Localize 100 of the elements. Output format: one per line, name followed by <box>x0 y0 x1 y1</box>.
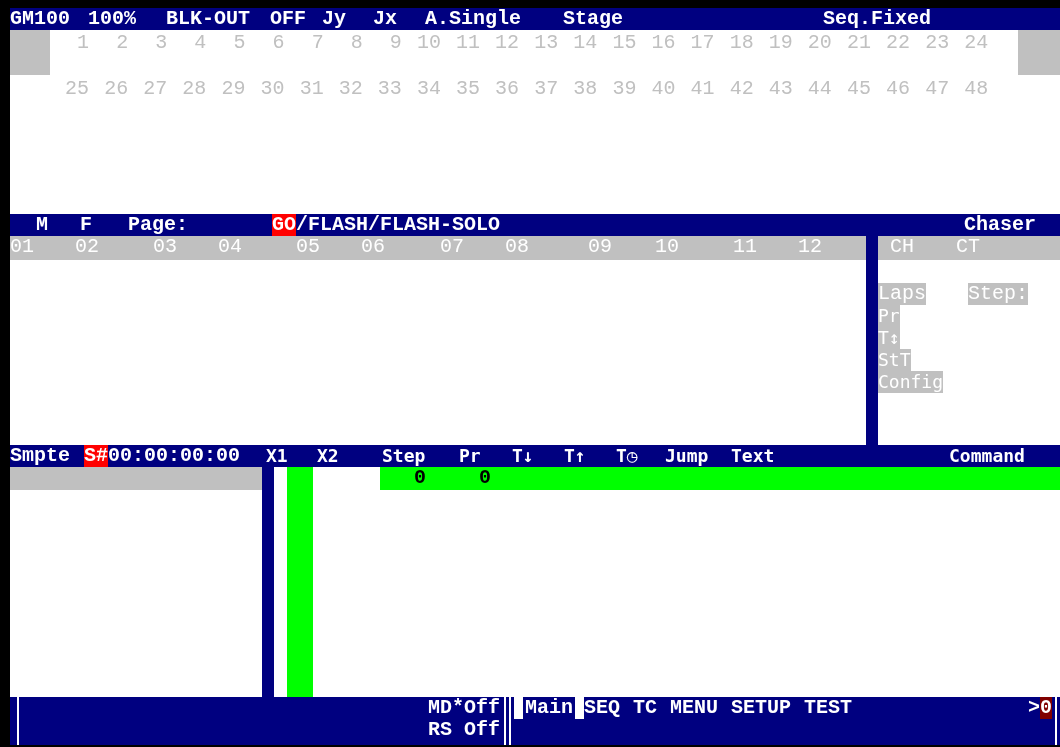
mode-option[interactable]: GO <box>272 214 297 236</box>
channel-number: 4 <box>194 31 207 54</box>
chaser-label: Laps <box>878 283 926 305</box>
channel-number: 27 <box>143 77 168 100</box>
chaser-label: StT <box>878 349 911 371</box>
header-label: GM100 <box>10 7 70 30</box>
column-header: X1 <box>266 445 288 466</box>
channel-number: 44 <box>807 77 832 100</box>
scroll-block <box>10 30 50 75</box>
channel-number: 29 <box>221 77 246 100</box>
submaster-number: 10 <box>655 235 679 258</box>
channel-number: 15 <box>612 31 637 54</box>
submaster-number: 05 <box>296 235 320 258</box>
channel-number: 36 <box>495 77 520 100</box>
channel-number: 34 <box>416 77 441 100</box>
header-label: BLK-OUT <box>166 7 250 30</box>
column-label: CT <box>956 236 980 260</box>
prompt-value[interactable]: 0 <box>1040 697 1052 719</box>
status-text: MD*Off <box>428 697 500 719</box>
bar-label: Page: <box>128 214 189 236</box>
channel-number: 47 <box>925 77 950 100</box>
submaster-number: 02 <box>75 235 99 258</box>
bar-label: M <box>36 214 48 236</box>
step-value: 0 <box>479 467 491 490</box>
channel-number: 26 <box>104 77 129 100</box>
channel-number: 40 <box>651 77 676 100</box>
channel-number: 41 <box>690 77 715 100</box>
submaster-number: 01 <box>10 235 34 258</box>
header-label: Seq.Fixed <box>823 7 932 30</box>
smpte-mark: S# <box>84 445 109 467</box>
column-header: Step <box>382 445 426 466</box>
channel-number: 16 <box>651 31 676 54</box>
submaster-number: 03 <box>153 235 177 258</box>
channel-number: 33 <box>377 77 402 100</box>
channel-number: 38 <box>573 77 598 100</box>
menu-item[interactable]: SEQ <box>584 697 621 719</box>
channel-number: 13 <box>534 31 559 54</box>
channel-number: 11 <box>456 31 481 54</box>
channel-number: 42 <box>729 77 754 100</box>
channel-number: 21 <box>846 31 871 54</box>
channel-number: 5 <box>233 31 246 54</box>
timecode: 00:00:00:00 <box>108 445 242 467</box>
channel-number: 3 <box>155 31 168 54</box>
column-header: Jump <box>665 445 709 466</box>
menu-item[interactable]: TEST <box>804 697 853 719</box>
step-row[interactable]: 0 0 <box>380 467 1060 490</box>
column-header: Text <box>731 445 775 466</box>
channel-number: 43 <box>768 77 793 100</box>
menu-item[interactable]: Main <box>514 697 585 719</box>
channel-number: 12 <box>495 31 520 54</box>
chaser-label: T↕ <box>878 327 900 349</box>
panel-title: Chaser <box>964 214 1036 236</box>
submaster-number: 09 <box>588 235 612 258</box>
column-header: T↑ <box>564 445 586 466</box>
channel-number: 30 <box>260 77 285 100</box>
prompt-sign: > <box>1027 697 1040 719</box>
mode-option[interactable]: /FLASH/FLASH-SOLO <box>296 214 501 236</box>
channel-number: 6 <box>272 31 285 54</box>
column-header: T◷ <box>616 445 638 466</box>
channel-number: 31 <box>299 77 324 100</box>
header-label: OFF <box>270 7 306 30</box>
submaster-number: 06 <box>361 235 385 258</box>
header-label: A.Single <box>425 7 521 30</box>
bar-label: Smpte <box>10 445 70 467</box>
channel-number: 28 <box>182 77 207 100</box>
channel-number: 23 <box>925 31 950 54</box>
scroll-block <box>1018 30 1060 75</box>
channel-number: 7 <box>311 31 324 54</box>
submaster-number: 07 <box>440 235 464 258</box>
submaster-number: 04 <box>218 235 242 258</box>
header-label: Jx <box>373 7 397 30</box>
channel-number: 14 <box>573 31 598 54</box>
bar-label: F <box>80 214 93 236</box>
column-header: Pr <box>459 445 481 466</box>
menu-item[interactable]: SETUP <box>731 697 792 719</box>
menu-item[interactable]: TC <box>633 697 658 719</box>
chaser-label: Step: <box>968 283 1029 305</box>
channel-number: 18 <box>729 31 754 54</box>
channel-number: 39 <box>612 77 637 100</box>
header-label: 100% <box>88 7 136 30</box>
channel-number: 24 <box>964 31 989 54</box>
channel-number: 19 <box>768 31 793 54</box>
channel-number: 37 <box>534 77 559 100</box>
channel-number: 32 <box>338 77 363 100</box>
header-label: Jy <box>322 7 346 30</box>
column-header: X2 <box>317 445 339 466</box>
channel-number: 2 <box>116 31 129 54</box>
column-header: Command <box>949 445 1025 466</box>
chaser-label: Pr <box>878 305 900 327</box>
submaster-number: 12 <box>798 235 822 258</box>
header-label: Stage <box>563 7 623 30</box>
channel-number: 17 <box>690 31 715 54</box>
step-value: 0 <box>414 467 427 490</box>
menu-item[interactable]: MENU <box>670 697 719 719</box>
channel-number: 8 <box>350 31 363 54</box>
status-text: RS Off <box>428 719 500 741</box>
channel-number: 20 <box>807 31 832 54</box>
channel-number: 22 <box>886 31 911 54</box>
channel-number: 9 <box>389 31 402 54</box>
channel-number: 1 <box>77 31 90 54</box>
